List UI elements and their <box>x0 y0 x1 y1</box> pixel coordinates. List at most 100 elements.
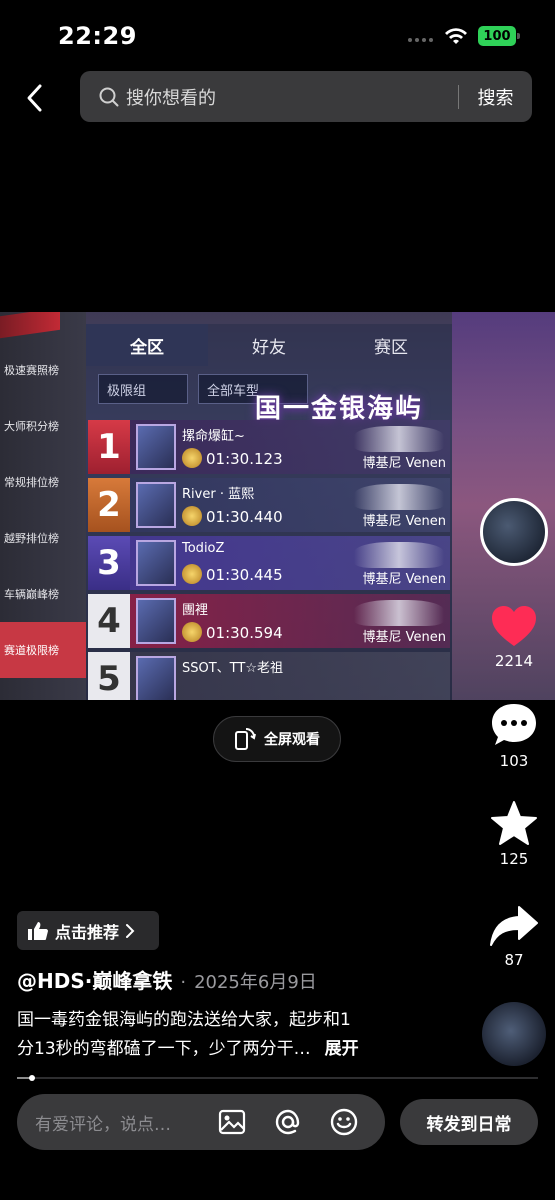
favorite-button[interactable]: 125 <box>482 800 546 868</box>
video-side-item: 赛道极限榜 <box>0 622 86 678</box>
player-name: 團裡 <box>182 603 209 618</box>
caption-line: 国一毒药金银海屿的跑法送给大家，起步和1 <box>17 1010 351 1030</box>
back-button[interactable] <box>18 80 50 116</box>
video-side-item: 大师积分榜 <box>4 420 59 433</box>
row-body: 團裡 01:30.594 博基尼 Venen <box>130 594 450 648</box>
recommend-label: 点击推荐 <box>55 922 120 942</box>
author-avatar[interactable] <box>480 498 548 566</box>
expand-link[interactable]: 展开 <box>325 1039 359 1059</box>
leaderboard-tab: 赛区 <box>374 337 408 358</box>
video-side-item: 车辆巅峰榜 <box>4 588 59 601</box>
author-name[interactable]: @HDS·巅峰拿铁 <box>17 965 172 994</box>
emoji-button[interactable] <box>329 1107 359 1137</box>
leaderboard-tab: 全区 <box>86 324 208 366</box>
leaderboard-row: 2 River · 蓝熙 01:30.440 博基尼 Venen <box>88 478 450 532</box>
post-caption[interactable]: 国一毒药金银海屿的跑法送给大家，起步和1 分13秒的弯都磕了一下，少了两分干… 展… <box>17 1006 417 1064</box>
share-count: 87 <box>504 951 524 969</box>
thumbs-up-icon <box>28 921 48 940</box>
heart-icon <box>492 606 536 646</box>
comment-button[interactable]: 103 <box>482 702 546 770</box>
rank-number: 5 <box>88 652 130 700</box>
player-name: 摞命爆缸~ <box>182 429 245 444</box>
player-avatar <box>136 598 176 644</box>
lap-time: 01:30.440 <box>206 508 283 526</box>
car-image <box>354 542 444 568</box>
player-avatar <box>136 482 176 528</box>
lap-time: 01:30.123 <box>206 450 283 468</box>
search-input[interactable]: 搜你想看的 <box>126 84 458 110</box>
rank-badge-icon <box>182 448 202 468</box>
lap-time: 01:30.445 <box>206 566 283 584</box>
share-to-daily-button[interactable]: 转发到日常 <box>400 1099 538 1145</box>
rank-badge-icon <box>182 564 202 584</box>
share-button[interactable]: 87 <box>482 905 546 969</box>
row-body: River · 蓝熙 01:30.440 博基尼 Venen <box>130 478 450 532</box>
video-side-panel: 极速赛照榜 大师积分榜 常规排位榜 越野排位榜 车辆巅峰榜 赛道极限榜 <box>0 312 86 700</box>
fullscreen-label: 全屏观看 <box>264 732 320 748</box>
video-side-item: 常规排位榜 <box>4 476 59 489</box>
mention-button[interactable] <box>273 1107 303 1137</box>
car-image <box>354 426 444 452</box>
rank-number: 3 <box>88 536 130 590</box>
status-time: 22:29 <box>58 22 137 50</box>
rank-badge-icon <box>182 506 202 526</box>
player-avatar <box>136 656 176 700</box>
emoji-smile-icon <box>330 1108 358 1136</box>
like-count: 2214 <box>494 652 534 670</box>
caption-line: 分13秒的弯都磕了一下，少了两分干… <box>17 1039 311 1059</box>
comment-input[interactable]: 有爱评论，说点… <box>35 1110 217 1135</box>
row-body: 摞命爆缸~ 01:30.123 博基尼 Venen <box>130 420 450 474</box>
leaderboard-row: 3 TodioZ 01:30.445 博基尼 Venen <box>88 536 450 590</box>
video-progress-handle[interactable] <box>29 1075 35 1081</box>
rotate-phone-icon <box>235 728 256 750</box>
leaderboard-tabs: 全区 好友 赛区 <box>86 324 452 366</box>
status-bar: 22:29 100 <box>0 0 555 70</box>
player-avatar <box>136 540 176 586</box>
video-progress-track[interactable] <box>17 1077 538 1079</box>
fullscreen-button[interactable]: 全屏观看 <box>213 716 341 762</box>
player-name: SSOT、TT☆老祖 <box>182 661 283 676</box>
chevron-right-icon <box>126 923 135 938</box>
player-name: River · 蓝熙 <box>182 487 255 502</box>
comment-box[interactable]: 有爱评论，说点… <box>17 1094 385 1150</box>
car-name: 博基尼 Venen <box>362 456 447 471</box>
leaderboard-row: 5 SSOT、TT☆老祖 <box>88 652 450 700</box>
post-date: 2025年6月9日 <box>194 972 317 993</box>
rank-number: 4 <box>88 594 130 648</box>
rank-number: 2 <box>88 478 130 532</box>
image-icon <box>218 1109 246 1135</box>
leaderboard-row: 1 摞命爆缸~ 01:30.123 博基尼 Venen <box>88 420 450 474</box>
search-icon <box>99 87 119 106</box>
player-name: TodioZ <box>182 541 225 556</box>
search-button[interactable]: 搜索 <box>459 84 532 110</box>
cellular-signal-icon <box>408 38 434 44</box>
comment-bubble-icon <box>492 704 536 745</box>
video-side-menu: 极速赛照榜 大师积分榜 常规排位榜 越野排位榜 车辆巅峰榜 赛道极限榜 <box>0 342 86 678</box>
search-bar[interactable]: 搜你想看的 搜索 <box>80 71 532 122</box>
chevron-left-icon <box>27 84 42 112</box>
video-player[interactable]: 极速赛照榜 大师积分榜 常规排位榜 越野排位榜 车辆巅峰榜 赛道极限榜 全区 好… <box>0 312 555 700</box>
music-disc[interactable] <box>482 1002 546 1066</box>
at-icon <box>275 1109 300 1135</box>
video-side-item: 越野排位榜 <box>4 532 59 545</box>
lap-time: 01:30.594 <box>206 624 283 642</box>
share-arrow-icon <box>490 906 538 946</box>
comment-count: 103 <box>499 752 529 770</box>
favorite-count: 125 <box>499 850 529 868</box>
car-name: 博基尼 Venen <box>362 630 447 645</box>
like-button[interactable]: 2214 <box>482 604 546 670</box>
car-name: 博基尼 Venen <box>362 514 447 529</box>
star-icon <box>491 801 537 845</box>
author-row: @HDS·巅峰拿铁 · 2025年6月9日 <box>17 965 317 994</box>
video-red-banner <box>0 312 60 339</box>
leaderboard-row: 4 團裡 01:30.594 博基尼 Venen <box>88 594 450 648</box>
car-image <box>354 484 444 510</box>
recommend-button[interactable]: 点击推荐 <box>17 911 159 950</box>
image-button[interactable] <box>217 1107 247 1137</box>
row-body: SSOT、TT☆老祖 <box>130 652 450 700</box>
car-name: 博基尼 Venen <box>362 572 447 587</box>
player-avatar <box>136 424 176 470</box>
row-body: TodioZ 01:30.445 博基尼 Venen <box>130 536 450 590</box>
leaderboard-filter: 极限组 <box>98 374 188 404</box>
leaderboard-tab: 好友 <box>252 337 286 358</box>
